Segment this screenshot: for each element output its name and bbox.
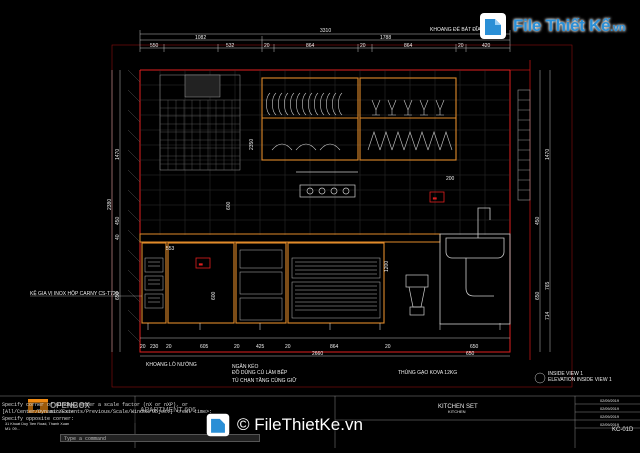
dim-inner-height: 2350 [249,139,255,150]
dim-left-1: 1470 [115,149,121,160]
inside-view-sub: ELEVATION INSIDE VIEW 1 [548,377,612,383]
dim-bottom-8: 864 [330,344,339,350]
dim-bottom-1: 20 [140,344,146,350]
dim-top-7: 20 [458,43,464,49]
date-4: 02/09/2019 [600,423,619,427]
watermark-copyright: © FileThietKe.vn [237,415,363,434]
note-bottom-4: TỦ CHẠN TẦNG CÙNG GIỮ [232,377,297,384]
dish-rack-plates [266,92,343,151]
view-marker [534,372,546,384]
date-1: 02/09/2019 [600,399,619,403]
dim-top-5: 20 [360,43,366,49]
rice-bin [405,274,429,316]
company-address-2: M1: 09... [5,427,20,431]
dim-right-2: 450 [535,216,541,225]
sink-cabinet [439,207,511,325]
dim-left-5: 40 [115,234,121,240]
electric-socket: ▪▪ ▪▪ [195,191,445,269]
date-2: 02/09/2019 [600,407,619,411]
dim-inner-553: 553 [166,246,175,252]
drawing-frame [111,44,573,388]
dim-right-4: 765 [545,281,551,290]
dim-inner-600b: 600 [226,201,232,210]
dim-top-right: 1788 [380,35,391,41]
watermark-site-name: File Thiết Kế.vn [513,16,626,35]
right-side-panel [517,89,531,201]
dim-top-3: 20 [264,43,270,49]
dim-left-2: 2380 [107,199,113,210]
dim-bottom-total: 2660 [312,351,323,357]
date-3: 02/09/2019 [600,415,619,419]
dim-right-5: 714 [545,311,551,320]
note-bottom-3: ĐỒ DÙNG CỦ LÀM BẾP [232,369,288,376]
command-line-1: Specify corner of window, enter a scale … [2,402,189,408]
watermark-bottom: © FileThietKe.vn [205,410,363,440]
dim-inner-1200: 1200 [384,261,390,272]
dim-left-3: 450 [115,216,121,225]
countertop [139,233,441,243]
dimension-lines [111,33,551,357]
filethietke-logo-icon-bottom [206,413,230,437]
drawer-lines [144,249,381,321]
watermark-top: File Thiết Kế.vn [478,8,628,44]
dim-bottom-7: 20 [285,344,291,350]
dim-bottom-4: 605 [200,344,209,350]
dim-bottom-5: 20 [234,344,240,350]
range-hood [159,74,241,171]
dim-bottom-right: 650 [466,351,475,357]
dim-inner-600: 600 [211,291,217,300]
hanging-rail [296,171,358,198]
dim-right-3: 650 [535,291,541,300]
dim-bottom-9: 20 [385,344,391,350]
dim-bottom-2: 230 [150,344,159,350]
dim-bottom-3: 20 [166,344,172,350]
upper-cabinets [261,77,457,161]
note-bottom-5: THÙNG GẠO KOVA 12KG [398,369,457,376]
dim-top-6: 864 [404,43,413,49]
left-wall-hatch [127,69,141,343]
note-bottom-2: NGĂN KÉO [232,363,259,370]
dim-inner-200: 200 [446,176,455,182]
svg-text:▪▪: ▪▪ [433,196,437,202]
dim-bottom-10: 650 [470,344,479,350]
dim-top-total: 3310 [320,28,331,34]
sheet-code: KC-01D [612,427,634,433]
filethietke-logo-icon [480,13,506,39]
dim-top-4: 864 [306,43,315,49]
kitchen-elevation-drawing: ▪▪ ▪▪ 3310 1082 1788 550 532 20 864 20 8… [0,26,640,448]
dim-top-2: 532 [226,43,235,49]
dim-bottom-6: 425 [256,344,265,350]
note-left: KỆ GIA VỊ INOX HỘP CARNY CS-T720 [30,289,119,297]
dim-right-1: 1470 [545,149,551,160]
svg-text:▪▪: ▪▪ [199,262,203,268]
lower-cabinets [141,242,385,324]
dim-top-left: 1082 [195,35,206,41]
cad-viewport[interactable]: ▪▪ ▪▪ 3310 1082 1788 550 532 20 864 20 8… [0,0,640,448]
dim-top-1: 550 [150,43,159,49]
note-bottom-1: KHOANG LÒ NƯỚNG [146,361,197,368]
sheet-sub: KITCHEN [448,409,466,414]
wall-outline [139,70,511,353]
